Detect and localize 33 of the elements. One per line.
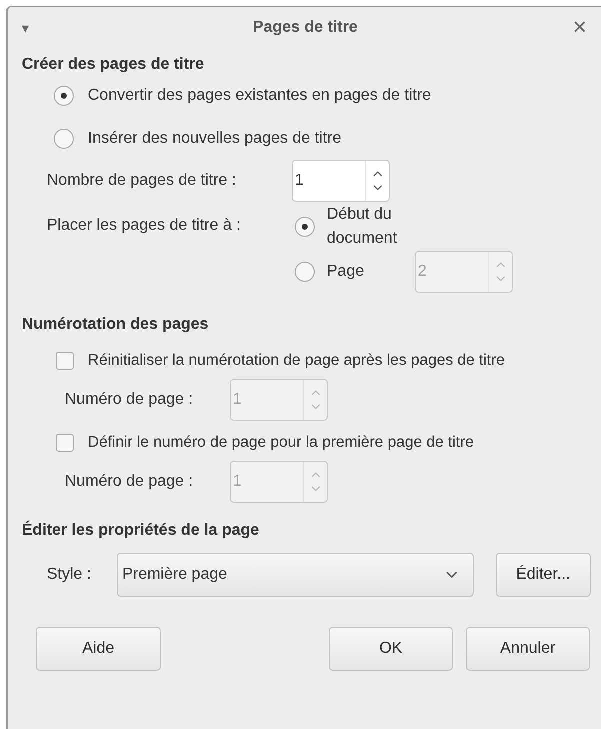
style-dropdown[interactable]: Première page: [117, 553, 474, 597]
checkbox-label: Réinitialiser la numérotation de page après les pages de titre: [88, 351, 506, 372]
spin-value: 1: [232, 390, 243, 410]
checkbox-label: Définir le numéro de page pour la première page de titre: [88, 433, 474, 454]
radio-label: Insérer des nouvelles pages de titre: [88, 129, 342, 149]
section-heading: Éditer les propriétés de la page: [22, 520, 260, 541]
field-label: Placer les pages de titre à :: [47, 216, 242, 236]
field-label: Numéro de page :: [65, 472, 194, 492]
ok-button[interactable]: OK: [329, 627, 453, 671]
menu-icon[interactable]: ▾: [22, 18, 38, 38]
checkbox[interactable]: [56, 434, 74, 452]
cancel-button[interactable]: Annuler: [466, 627, 590, 671]
radio-label: Page: [327, 262, 366, 282]
window-title: Pages de titre: [252, 18, 359, 38]
close-icon[interactable]: ×: [572, 16, 587, 40]
radio-label: Convertir des pages existantes en pages de titre: [88, 86, 432, 106]
field-label: Style :: [47, 565, 92, 585]
checkbox[interactable]: [56, 352, 74, 370]
field-label: Numéro de page :: [65, 390, 194, 410]
spin-value: 1: [232, 472, 243, 492]
spin-value: 1: [294, 171, 305, 191]
radio-button[interactable]: [295, 217, 315, 237]
radio-label: Début du document: [327, 205, 398, 249]
spin-value: 2: [417, 262, 428, 282]
edit-button[interactable]: Éditer...: [496, 553, 591, 597]
radio-button[interactable]: [54, 129, 74, 149]
field-label: Nombre de pages de titre :: [47, 171, 238, 191]
radio-button[interactable]: [295, 262, 315, 282]
spin-field[interactable]: 1: [292, 160, 390, 202]
section-heading: Créer des pages de titre: [22, 55, 206, 75]
section-heading: Numérotation des pages: [22, 315, 210, 335]
radio-button[interactable]: [54, 86, 74, 106]
help-button[interactable]: Aide: [36, 627, 161, 671]
